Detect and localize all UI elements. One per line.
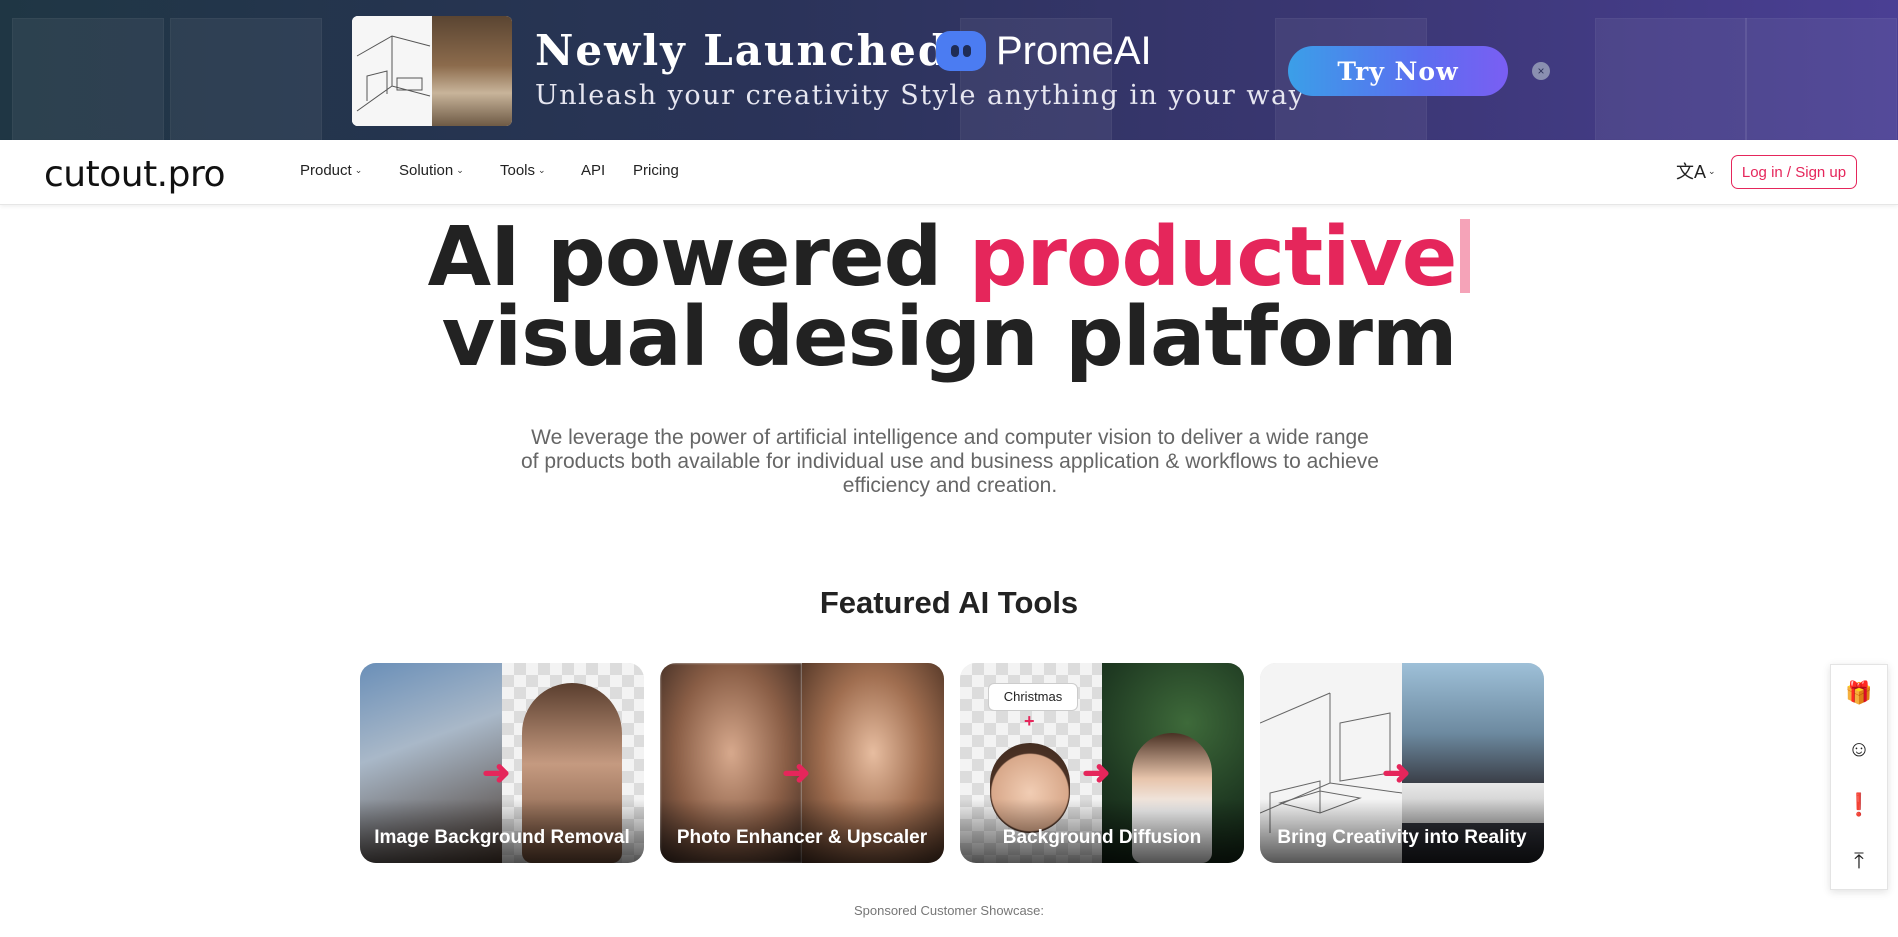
nav-product[interactable]: Product ⌄ <box>300 162 362 179</box>
arrow-icon: ➜ <box>1382 754 1411 792</box>
floating-side-toolbar: 🎁 ☺ ❗ ⤒ <box>1830 664 1888 890</box>
banner-tile <box>1745 18 1897 140</box>
christmas-tag: Christmas <box>988 683 1078 711</box>
close-icon[interactable]: × <box>1532 62 1550 80</box>
tool-card-background-removal[interactable]: ➜ Image Background Removal <box>360 663 644 863</box>
language-switcher[interactable]: 文A ⌄ <box>1676 158 1716 184</box>
translate-icon: 文A <box>1676 162 1707 182</box>
nav-tools-label: Tools <box>500 162 536 179</box>
chevron-down-icon: ⌄ <box>456 165 464 175</box>
sponsored-showcase-label: Sponsored Customer Showcase: <box>853 903 1045 918</box>
plus-icon: + <box>1024 711 1035 731</box>
banner-tile <box>170 18 322 140</box>
tool-label: Image Background Removal <box>360 799 644 863</box>
chevron-down-icon: ⌄ <box>1708 165 1716 176</box>
hero-title: AI powered productive visual design plat… <box>0 217 1898 379</box>
hero-description: We leverage the power of artificial inte… <box>520 426 1379 497</box>
top-navbar: cutout.pro Product ⌄ Solution ⌄ Tools ⌄ … <box>0 140 1898 205</box>
tool-card-photo-enhancer[interactable]: ➜ Photo Enhancer & Upscaler <box>660 663 944 863</box>
promeai-robot-icon <box>936 31 986 71</box>
back-to-top-icon[interactable]: ⤒ <box>1831 833 1887 889</box>
gift-icon[interactable]: 🎁 <box>1831 665 1887 721</box>
promo-banner[interactable]: Newly Launched PromeAI Unleash your crea… <box>0 0 1898 140</box>
support-icon[interactable]: ☺ <box>1831 721 1887 777</box>
tool-label: Photo Enhancer & Upscaler <box>660 799 944 863</box>
arrow-icon: ➜ <box>1082 754 1111 792</box>
chevron-down-icon: ⌄ <box>354 165 363 175</box>
room-photo-image <box>432 16 512 126</box>
room-sketch-image <box>352 16 432 126</box>
nav-solution-label: Solution <box>399 162 454 179</box>
banner-headline: Newly Launched <box>535 26 950 75</box>
nav-solution[interactable]: Solution ⌄ <box>399 162 464 179</box>
banner-tile <box>1595 18 1747 140</box>
chevron-down-icon: ⌄ <box>538 165 546 175</box>
feedback-icon[interactable]: ❗ <box>1831 777 1887 833</box>
banner-tile <box>12 18 164 140</box>
arrow-icon: ➜ <box>782 754 811 792</box>
nav-product-label: Product <box>300 162 352 179</box>
promeai-brand[interactable]: PromeAI <box>936 24 1152 78</box>
hero-title-line2: visual design platform <box>441 290 1458 385</box>
tool-label: Background Diffusion <box>960 799 1244 863</box>
nav-pricing[interactable]: Pricing <box>633 162 679 179</box>
tool-label: Bring Creativity into Reality <box>1260 799 1544 863</box>
nav-tools[interactable]: Tools ⌄ <box>500 162 546 179</box>
banner-thumbnail <box>352 16 512 126</box>
login-signup-button[interactable]: Log in / Sign up <box>1731 155 1857 189</box>
promeai-brand-name: PromeAI <box>996 28 1152 73</box>
arrow-icon: ➜ <box>482 754 511 792</box>
nav-pricing-label: Pricing <box>633 162 679 179</box>
banner-subtitle: Unleash your creativity Style anything i… <box>535 80 1306 111</box>
featured-tools-heading: Featured AI Tools <box>819 585 1079 620</box>
nav-api[interactable]: API <box>581 162 605 179</box>
try-now-button[interactable]: Try Now <box>1288 46 1508 96</box>
tool-card-creativity-reality[interactable]: ➜ Bring Creativity into Reality <box>1260 663 1544 863</box>
typing-cursor <box>1460 219 1471 293</box>
cutout-logo[interactable]: cutout.pro <box>44 154 226 195</box>
tool-card-background-diffusion[interactable]: Christmas + ➜ Background Diffusion <box>960 663 1244 863</box>
nav-api-label: API <box>581 162 606 179</box>
